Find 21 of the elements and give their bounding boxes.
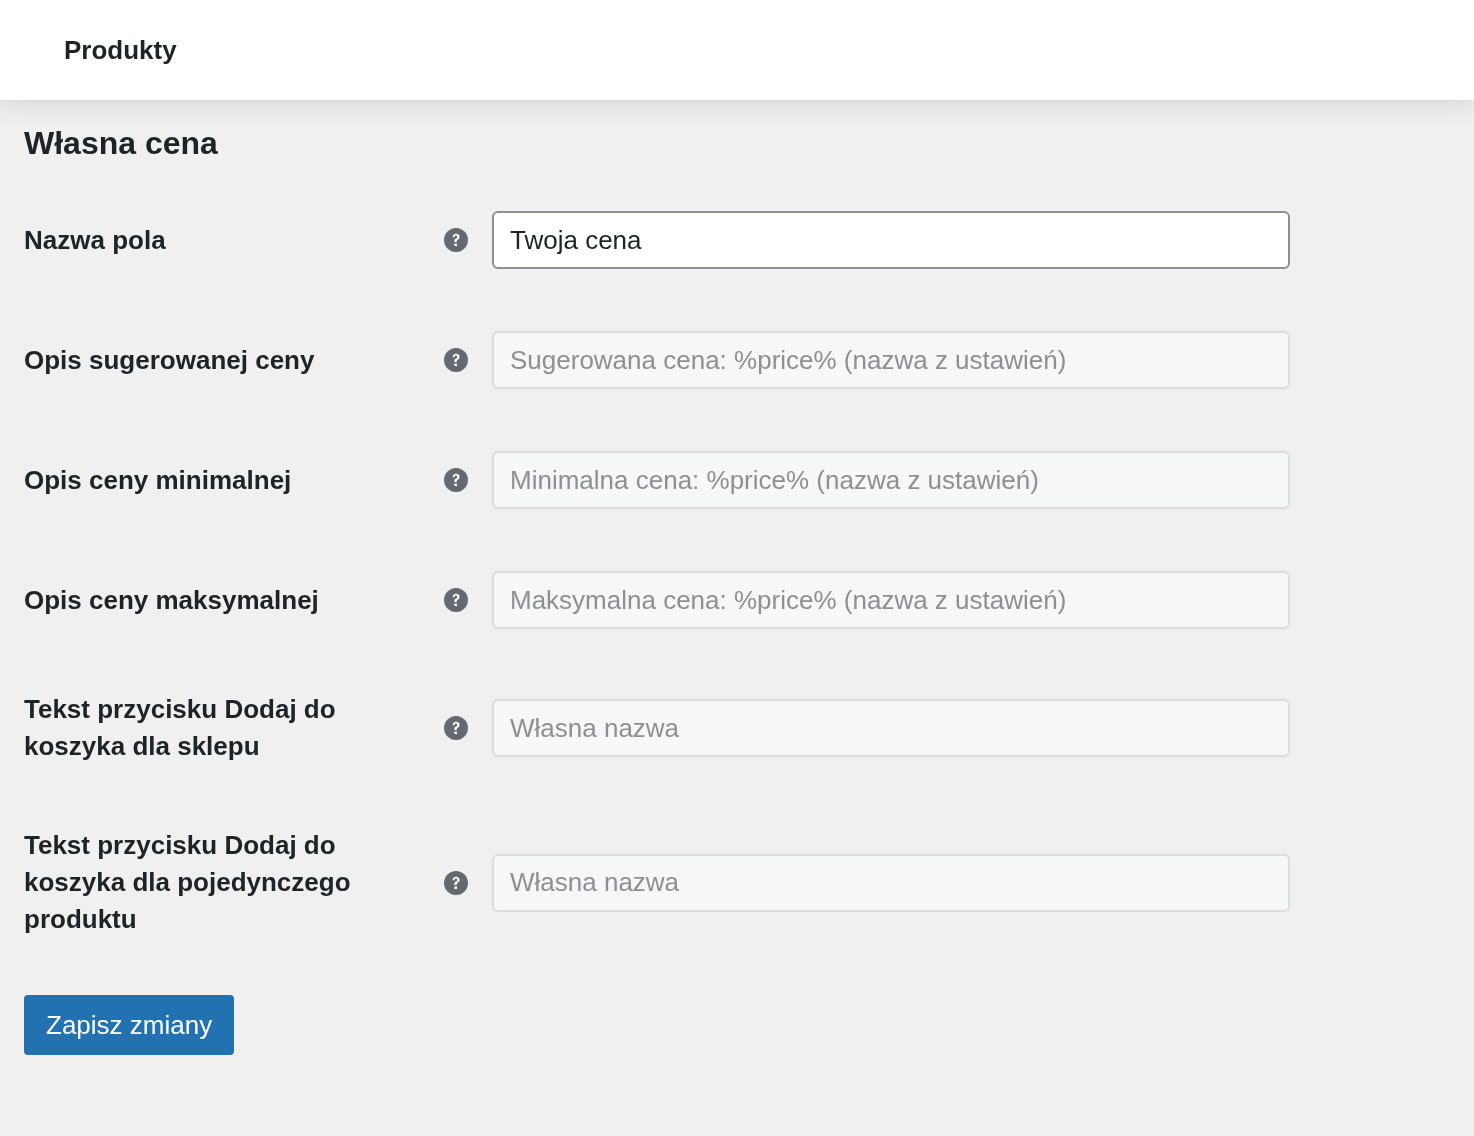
input-field[interactable]: Maksymalna cena: %price% (nazwa z ustawień) <box>492 571 1290 629</box>
help-icon[interactable] <box>444 468 468 492</box>
help-icon[interactable] <box>444 588 468 612</box>
input-field[interactable]: Własna nazwa <box>492 853 1290 912</box>
input-field[interactable]: Twoja cena <box>492 211 1290 269</box>
field-label: Tekst przycisku Dodaj do koszyka dla sklepu <box>24 693 337 763</box>
field-label: Opis sugerowanej ceny <box>24 343 316 377</box>
save-button[interactable]: Zapisz zmiany <box>24 995 235 1055</box>
input-field[interactable]: Własna nazwa <box>492 699 1290 757</box>
field-label: Opis ceny minimalnej <box>24 463 293 497</box>
section-title: Własna cena <box>24 124 219 162</box>
help-icon[interactable] <box>444 348 468 372</box>
field-label: Opis ceny maksymalnej <box>24 583 320 617</box>
input-field[interactable]: Minimalna cena: %price% (nazwa z ustawień) <box>492 451 1290 509</box>
field-label: Nazwa pola <box>24 223 167 257</box>
field-label: Tekst przycisku Dodaj do koszyka dla pojedynczego produktu <box>24 829 352 936</box>
help-icon[interactable] <box>444 228 468 252</box>
page-title: Produkty <box>64 34 177 66</box>
help-icon[interactable] <box>444 870 468 895</box>
input-field[interactable]: Sugerowana cena: %price% (nazwa z ustawień) <box>492 331 1290 389</box>
help-icon[interactable] <box>444 716 468 740</box>
